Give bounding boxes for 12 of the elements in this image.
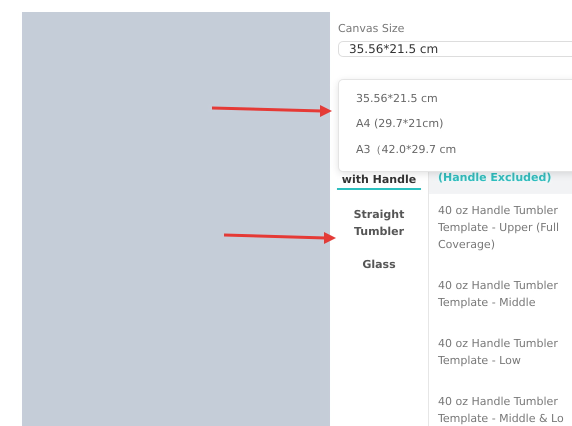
template-item[interactable]: 40 oz Handle Tumbler Template - Low [429, 327, 572, 385]
canvas-size-label: Canvas Size [338, 22, 406, 35]
dropdown-option[interactable]: A3（42.0*29.7 cm [339, 142, 572, 167]
template-item[interactable]: 40 oz Handle Tumbler Template - Middle [429, 269, 572, 327]
dropdown-option[interactable]: A4 (29.7*21cm) [339, 117, 572, 142]
dropdown-option[interactable]: 35.56*21.5 cm [339, 92, 572, 117]
category-item[interactable]: Straight Tumbler [337, 206, 421, 240]
template-item[interactable]: 40 oz Handle Tumbler Template - Upper (Full Coverage) [429, 194, 572, 269]
category-item[interactable]: with Handle [337, 171, 421, 190]
canvas-size-select[interactable]: 35.56*21.5 cm [338, 41, 572, 57]
category-item[interactable]: Glass [337, 256, 421, 273]
template-item[interactable]: 40 oz Handle Tumbler Template - Middle & Lo [429, 385, 572, 426]
